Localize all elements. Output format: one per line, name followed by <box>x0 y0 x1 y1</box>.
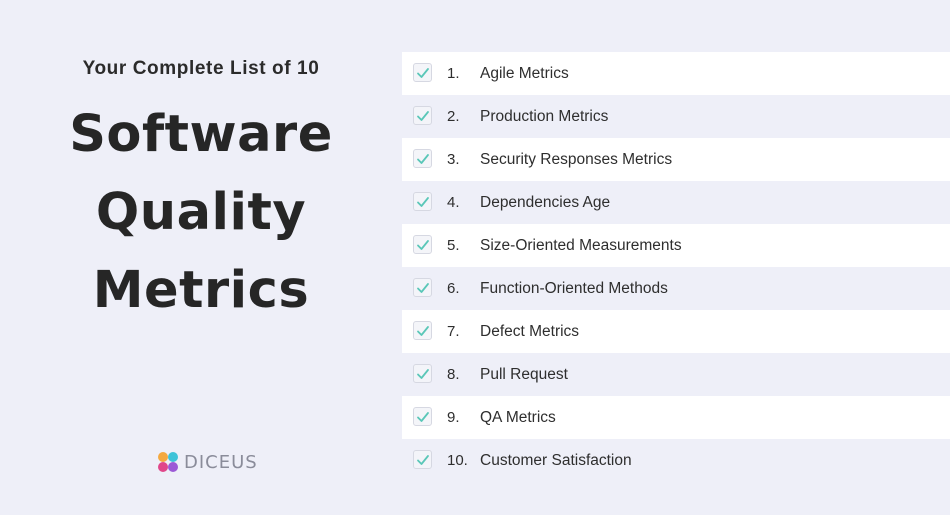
list-item: 10. Customer Satisfaction <box>402 439 950 482</box>
item-number: 2. <box>447 108 460 125</box>
item-number: 8. <box>447 366 460 383</box>
item-number: 3. <box>447 151 460 168</box>
item-number: 9. <box>447 409 460 426</box>
item-number: 5. <box>447 237 460 254</box>
item-label: Function-Oriented Methods <box>480 280 668 297</box>
checkbox-checked-icon[interactable] <box>413 278 432 297</box>
list-item: 9. QA Metrics <box>402 396 950 439</box>
item-label: Pull Request <box>480 366 568 383</box>
checkbox-checked-icon[interactable] <box>413 364 432 383</box>
title-line: Metrics <box>92 261 310 320</box>
list-item: 5. Size-Oriented Measurements <box>402 224 950 267</box>
item-label: QA Metrics <box>480 409 556 426</box>
item-label: Dependencies Age <box>480 194 611 211</box>
item-label: Customer Satisfaction <box>480 452 632 469</box>
checkbox-checked-icon[interactable] <box>413 149 432 168</box>
list-item: 8. Pull Request <box>402 353 950 396</box>
item-label: Production Metrics <box>480 108 609 125</box>
item-label: Agile Metrics <box>480 65 569 82</box>
checkbox-checked-icon[interactable] <box>413 235 432 254</box>
diceus-logo: DICEUS <box>157 450 258 474</box>
subtitle: Your Complete List of 10 <box>82 58 320 79</box>
item-label: Security Responses Metrics <box>480 151 673 168</box>
list-item: 3. Security Responses Metrics <box>402 138 950 181</box>
item-label: Defect Metrics <box>480 323 580 340</box>
heading-panel: Your Complete List of 10 Software Qualit… <box>0 0 402 515</box>
title-line: Software <box>69 105 333 164</box>
title-line: Quality <box>95 183 307 242</box>
item-number: 1. <box>447 65 460 82</box>
checkbox-checked-icon[interactable] <box>413 63 432 82</box>
checkbox-checked-icon[interactable] <box>413 192 432 211</box>
page-title: Software Quality Metrics <box>0 96 402 330</box>
checkbox-checked-icon[interactable] <box>413 450 432 469</box>
list-item: 4. Dependencies Age <box>402 181 950 224</box>
item-number: 10. <box>447 452 468 469</box>
metrics-list: 1. Agile Metrics 2. Production Metrics 3. Sec… <box>402 52 950 482</box>
checkbox-checked-icon[interactable] <box>413 407 432 426</box>
diceus-logo-icon <box>158 452 178 472</box>
logo-text: DICEUS <box>184 451 258 473</box>
item-number: 7. <box>447 323 460 340</box>
item-number: 6. <box>447 280 460 297</box>
list-item: 7. Defect Metrics <box>402 310 950 353</box>
item-number: 4. <box>447 194 460 211</box>
list-item: 6. Function-Oriented Methods <box>402 267 950 310</box>
list-item: 1. Agile Metrics <box>402 52 950 95</box>
item-label: Size-Oriented Measurements <box>480 237 682 254</box>
list-item: 2. Production Metrics <box>402 95 950 138</box>
checkbox-checked-icon[interactable] <box>413 106 432 125</box>
checkbox-checked-icon[interactable] <box>413 321 432 340</box>
